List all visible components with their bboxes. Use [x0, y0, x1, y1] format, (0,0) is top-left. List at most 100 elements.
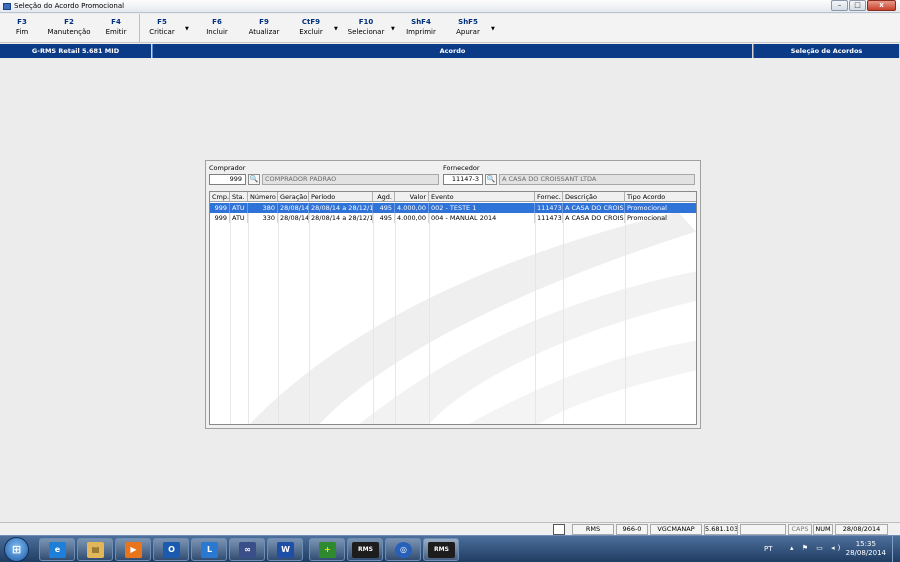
- taskbar-remote-button[interactable]: ◎: [385, 538, 421, 561]
- imprimir-button[interactable]: ShF4 Imprimir: [402, 17, 440, 37]
- taskbar: ⊞ e ▤ ▶ O L ∞ W + RMS ◎ RMS PT ▴ ⚑ ▭ ◂) …: [0, 535, 900, 562]
- ie-icon: e: [49, 542, 66, 558]
- status-blank: [740, 524, 786, 535]
- col-cmp[interactable]: Cmp.: [210, 192, 230, 202]
- outlook-icon: O: [163, 542, 180, 558]
- lync-icon: L: [201, 542, 218, 558]
- cell-valor: 4.000,00: [395, 213, 429, 223]
- col-descricao[interactable]: Descrição: [563, 192, 625, 202]
- col-sta[interactable]: Sta.: [230, 192, 248, 202]
- fim-key: F3: [17, 18, 27, 26]
- taskbar-outlook-button[interactable]: O: [153, 538, 189, 561]
- fornecedor-label: Fornecedor: [443, 164, 480, 172]
- cell-periodo: 28/08/14 a 28/12/14: [311, 213, 373, 223]
- language-indicator[interactable]: PT: [764, 545, 773, 553]
- col-agd[interactable]: Agd.: [373, 192, 395, 202]
- criticar-button[interactable]: F5 Criticar: [146, 17, 178, 37]
- col-evento[interactable]: Evento: [429, 192, 535, 202]
- incluir-key: F6: [212, 18, 222, 26]
- media-player-icon: ▶: [125, 542, 142, 558]
- incluir-button[interactable]: F6 Incluir: [202, 17, 232, 37]
- cell-cmp: 999: [210, 203, 230, 213]
- apurar-dropdown-icon[interactable]: ▼: [491, 26, 495, 32]
- screen-label: Seleção de Acordos: [754, 44, 900, 58]
- infinity-app-icon: ∞: [239, 542, 256, 558]
- selecionar-button[interactable]: F10 Selecionar: [344, 17, 388, 37]
- show-desktop-button[interactable]: [892, 536, 900, 562]
- status-version: 5.681.1030: [704, 524, 738, 535]
- module-label: Acordo: [153, 44, 753, 58]
- taskbar-app-button[interactable]: ∞: [229, 538, 265, 561]
- table-row[interactable]: 999 ATU 330 28/08/14 28/08/14 a 28/12/14…: [210, 213, 696, 223]
- atualizar-label: Atualizar: [248, 28, 280, 36]
- cell-numero: 380: [248, 203, 278, 213]
- toolbar-separator: [139, 14, 140, 42]
- col-tipo-acordo[interactable]: Tipo Acordo: [625, 192, 696, 202]
- start-button[interactable]: ⊞: [4, 537, 29, 562]
- excluir-dropdown-icon[interactable]: ▼: [334, 26, 338, 32]
- manutencao-button[interactable]: F2 Manutenção: [44, 17, 94, 37]
- apurar-button[interactable]: ShF5 Apurar: [452, 17, 484, 37]
- criticar-dropdown-icon[interactable]: ▼: [185, 26, 189, 32]
- excluir-button[interactable]: CtF9 Excluir: [294, 17, 328, 37]
- comprador-label: Comprador: [209, 164, 246, 172]
- col-geracao[interactable]: Geração: [278, 192, 309, 202]
- maximize-button[interactable]: □: [849, 0, 866, 11]
- taskbar-rms-active-button[interactable]: RMS: [423, 538, 459, 561]
- clock-date: 28/08/2014: [845, 549, 886, 557]
- emitir-button[interactable]: F4 Emitir: [100, 17, 132, 37]
- tray-icons[interactable]: ▴ ⚑ ▭ ◂): [790, 544, 843, 552]
- window-title: Seleção do Acordo Promocional: [14, 2, 125, 10]
- comprador-code-field[interactable]: 999: [209, 174, 246, 185]
- fornecedor-name-field: A CASA DO CROISSANT LTDA: [499, 174, 695, 185]
- cell-descricao: A CASA DO CROISS: [565, 203, 625, 213]
- excluir-label: Excluir: [299, 28, 323, 36]
- atualizar-key: F9: [259, 18, 269, 26]
- clock[interactable]: 15:35 28/08/2014: [846, 540, 886, 558]
- taskbar-rms-button[interactable]: RMS: [347, 538, 383, 561]
- taskbar-lync-button[interactable]: L: [191, 538, 227, 561]
- cell-numero: 330: [248, 213, 278, 223]
- atualizar-button[interactable]: F9 Atualizar: [244, 17, 284, 37]
- col-valor[interactable]: Valor: [395, 192, 429, 202]
- cell-valor: 4.000,00: [395, 203, 429, 213]
- version-label: G-RMS Retail 5.681 MID: [0, 44, 152, 58]
- cell-evento: 002 - TESTE 1: [429, 203, 535, 213]
- document-icon[interactable]: [553, 524, 565, 535]
- cell-geracao: 28/08/14: [280, 213, 309, 223]
- taskbar-word-button[interactable]: W: [267, 538, 303, 561]
- minimize-button[interactable]: –: [831, 0, 848, 11]
- column-divider: [309, 202, 310, 424]
- imprimir-key: ShF4: [411, 18, 431, 26]
- rms-icon: RMS: [428, 542, 455, 558]
- taskbar-explorer-button[interactable]: ▤: [77, 538, 113, 561]
- selecionar-dropdown-icon[interactable]: ▼: [391, 26, 395, 32]
- excluir-key: CtF9: [301, 18, 321, 26]
- col-fornec[interactable]: Fornec.: [535, 192, 563, 202]
- column-divider: [625, 202, 626, 424]
- fornecedor-search-icon[interactable]: 🔍: [485, 174, 497, 185]
- cell-cmp: 999: [210, 213, 230, 223]
- watermark-logo: [249, 211, 696, 424]
- fornecedor-code-field[interactable]: 11147-3: [443, 174, 483, 185]
- col-periodo[interactable]: Período: [309, 192, 373, 202]
- apurar-key: ShF5: [458, 18, 478, 26]
- col-numero[interactable]: Número: [248, 192, 278, 202]
- table-row[interactable]: 999 ATU 380 28/08/14 28/08/14 a 28/12/14…: [210, 203, 696, 213]
- cell-fornec: 111473: [537, 203, 563, 213]
- apurar-label: Apurar: [456, 28, 480, 36]
- app-icon: [3, 3, 11, 10]
- taskbar-health-button[interactable]: +: [309, 538, 345, 561]
- agreements-grid[interactable]: Cmp. Sta. Número Geração Período Agd. Va…: [209, 191, 697, 425]
- comprador-name-field: COMPRADOR PADRAO: [262, 174, 439, 185]
- comprador-search-icon[interactable]: 🔍: [248, 174, 260, 185]
- column-divider: [230, 202, 231, 424]
- imprimir-label: Imprimir: [406, 28, 436, 36]
- system-tray: PT ▴ ⚑ ▭ ◂) 15:35 28/08/2014: [750, 536, 900, 562]
- close-button[interactable]: x: [867, 0, 896, 11]
- taskbar-media-button[interactable]: ▶: [115, 538, 151, 561]
- window-title-bar: Seleção do Acordo Promocional – □ x: [0, 0, 900, 13]
- taskbar-ie-button[interactable]: e: [39, 538, 75, 561]
- clock-time: 15:35: [855, 540, 876, 548]
- fim-button[interactable]: F3 Fim: [8, 17, 36, 37]
